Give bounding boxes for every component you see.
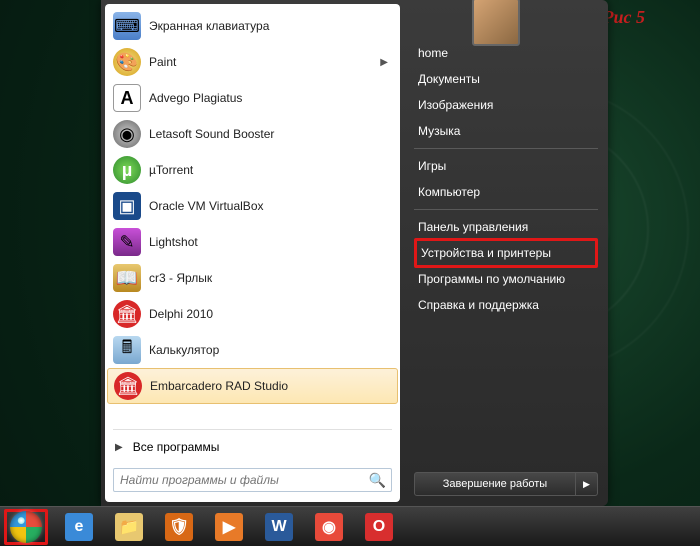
windows-logo-icon <box>10 511 42 543</box>
program-label: Экранная клавиатура <box>149 19 392 33</box>
shutdown-button-group: Завершение работы ▶ <box>414 472 598 496</box>
firewall-icon: 🛡 <box>165 513 193 541</box>
right-panel-item[interactable]: Программы по умолчанию <box>414 266 598 292</box>
program-item[interactable]: ✎ Lightshot <box>107 224 398 260</box>
taskbar-item[interactable]: 📁 <box>105 510 153 544</box>
program-label: µTorrent <box>149 163 392 177</box>
search-row: 🔍 <box>107 462 398 498</box>
start-menu-left-panel: ⌨Экранная клавиатура🎨Paint▶AAdvego Plagi… <box>105 4 400 502</box>
calculator-icon: 🖩 <box>113 336 141 364</box>
program-item[interactable]: ▣ Oracle VM VirtualBox <box>107 188 398 224</box>
paint-icon: 🎨 <box>113 48 141 76</box>
utorrent-icon: µ <box>113 156 141 184</box>
all-programs-button[interactable]: ▶ Все программы <box>107 432 398 462</box>
right-panel-item[interactable]: Справка и поддержка <box>414 292 598 318</box>
right-panel-item[interactable]: Изображения <box>414 92 598 118</box>
rad-studio-icon: 🏛 <box>114 372 142 400</box>
program-label: Lightshot <box>149 235 392 249</box>
program-item[interactable]: 🏛 Delphi 2010 <box>107 296 398 332</box>
program-list: ⌨ Экранная клавиатура 🎨 Paint▶ A Advego Plagi… <box>107 8 398 427</box>
chevron-right-icon: ▶ <box>380 57 388 68</box>
right-panel-item[interactable]: Документы <box>414 66 598 92</box>
search-icon[interactable]: 🔍 <box>369 472 386 489</box>
separator <box>414 148 598 149</box>
right-panel-item[interactable]: Устройства и принтеры <box>414 238 598 268</box>
start-button[interactable] <box>4 509 48 545</box>
taskbar-item[interactable]: W <box>255 510 303 544</box>
program-label: Embarcadero RAD Studio <box>150 379 391 393</box>
cr3-icon: 📖 <box>113 264 141 292</box>
taskbar: e 📁 🛡 ▶ W ◉ O <box>0 506 700 546</box>
chrome-icon: ◉ <box>315 513 343 541</box>
right-panel-item[interactable]: Музыка <box>414 118 598 144</box>
search-input[interactable] <box>113 468 392 492</box>
taskbar-item[interactable]: e <box>55 510 103 544</box>
program-item[interactable]: 🖩 Калькулятор <box>107 332 398 368</box>
start-menu: ⌨Экранная клавиатура🎨Paint▶AAdvego Plagi… <box>101 0 608 506</box>
shutdown-options-arrow[interactable]: ▶ <box>575 473 597 495</box>
taskbar-item[interactable]: ◉ <box>305 510 353 544</box>
shutdown-label: Завершение работы <box>443 478 547 490</box>
program-label: cr3 - Ярлык <box>149 271 392 285</box>
right-panel-item[interactable]: Панель управления <box>414 214 598 240</box>
user-picture[interactable] <box>472 0 520 46</box>
program-item[interactable]: µ µTorrent <box>107 152 398 188</box>
right-panel-item[interactable]: Игры <box>414 153 598 179</box>
program-item[interactable]: ◉ Letasoft Sound Booster <box>107 116 398 152</box>
all-programs-label: Все программы <box>133 440 220 454</box>
program-item[interactable]: 🏛 Embarcadero RAD Studio <box>107 368 398 404</box>
taskbar-item[interactable]: 🛡 <box>155 510 203 544</box>
taskbar-item[interactable]: ▶ <box>205 510 253 544</box>
explorer-icon: 📁 <box>115 513 143 541</box>
ie-icon: e <box>65 513 93 541</box>
opera-icon: O <box>365 513 393 541</box>
lightshot-icon: ✎ <box>113 228 141 256</box>
program-label: Paint <box>149 55 380 69</box>
advego-icon: A <box>113 84 141 112</box>
wmp-icon: ▶ <box>215 513 243 541</box>
program-label: Advego Plagiatus <box>149 91 392 105</box>
chevron-right-icon: ▶ <box>115 442 123 453</box>
letasoft-icon: ◉ <box>113 120 141 148</box>
delphi-icon: 🏛 <box>113 300 141 328</box>
separator <box>113 429 392 430</box>
taskbar-item[interactable]: O <box>355 510 403 544</box>
virtualbox-icon: ▣ <box>113 192 141 220</box>
program-label: Oracle VM VirtualBox <box>149 199 392 213</box>
keyboard-icon: ⌨ <box>113 12 141 40</box>
shutdown-button[interactable]: Завершение работы <box>415 473 575 495</box>
program-item[interactable]: 📖 cr3 - Ярлык <box>107 260 398 296</box>
program-item[interactable]: 🎨 Paint▶ <box>107 44 398 80</box>
start-menu-right-panel: homeДокументыИзображенияМузыкаИгрыКомпью… <box>400 0 608 506</box>
program-label: Delphi 2010 <box>149 307 392 321</box>
program-item[interactable]: A Advego Plagiatus <box>107 80 398 116</box>
program-label: Калькулятор <box>149 343 392 357</box>
figure-label: Рис 5 <box>603 7 646 28</box>
program-item[interactable]: ⌨ Экранная клавиатура <box>107 8 398 44</box>
program-label: Letasoft Sound Booster <box>149 127 392 141</box>
right-panel-item[interactable]: Компьютер <box>414 179 598 205</box>
word-icon: W <box>265 513 293 541</box>
separator <box>414 209 598 210</box>
